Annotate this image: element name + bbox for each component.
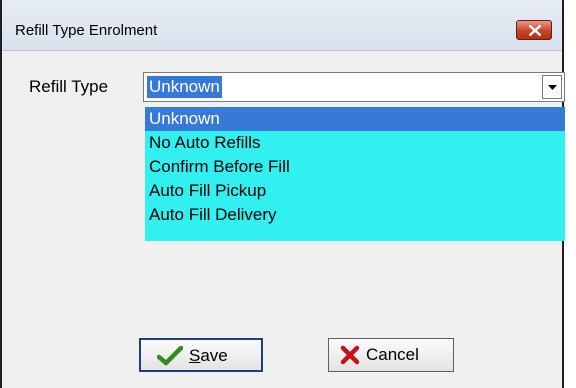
option-unknown[interactable]: Unknown [145,107,565,131]
title-bar[interactable]: Refill Type Enrolment [2,0,562,51]
refill-type-selected-value: Unknown [147,76,222,98]
option-no-auto-refills[interactable]: No Auto Refills [145,131,565,155]
save-button-label: Save [189,346,228,365]
option-confirm-before-fill[interactable]: Confirm Before Fill [145,155,565,179]
checkmark-icon [157,346,183,366]
dialog-body: Refill Type Unknown Unknown No Auto Refi… [2,51,565,388]
cancel-button-label: Cancel [366,345,419,364]
close-icon [529,25,541,36]
option-auto-fill-delivery[interactable]: Auto Fill Delivery [145,203,565,227]
cancel-button[interactable]: Cancel [328,338,454,372]
refill-type-label: Refill Type [29,77,109,96]
option-auto-fill-pickup[interactable]: Auto Fill Pickup [145,179,565,203]
close-button[interactable] [516,20,552,40]
dropdown-toggle-button[interactable] [542,75,562,99]
x-icon [340,345,360,365]
chevron-down-icon [548,85,557,90]
refill-type-dropdown-list: Unknown No Auto Refills Confirm Before F… [145,107,565,241]
refill-type-enrolment-dialog: Refill Type Enrolment Refill Type Unknow… [0,0,565,388]
refill-type-combobox[interactable]: Unknown [143,72,565,102]
window-title: Refill Type Enrolment [15,22,158,39]
save-button[interactable]: Save [139,338,263,372]
